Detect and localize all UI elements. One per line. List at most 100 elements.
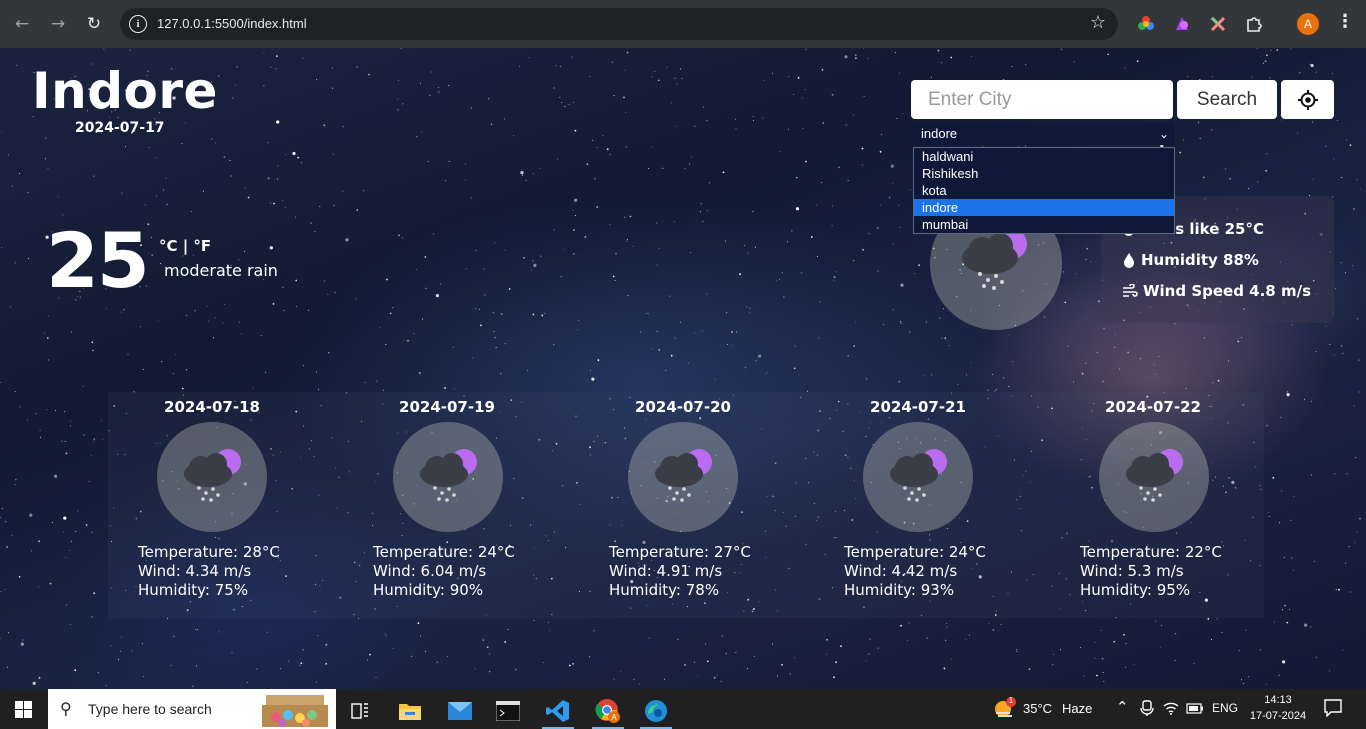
city-search-input[interactable] xyxy=(911,80,1173,119)
star xyxy=(1067,345,1069,347)
star xyxy=(444,387,446,389)
taskbar-weather-temp[interactable]: 35°C xyxy=(1023,701,1052,716)
star xyxy=(1096,352,1098,354)
star xyxy=(82,386,84,387)
star xyxy=(762,117,764,119)
star xyxy=(295,279,298,282)
city-option[interactable]: haldwani xyxy=(914,148,1174,165)
star xyxy=(448,84,450,86)
star xyxy=(937,49,940,52)
vscode-icon[interactable] xyxy=(538,693,578,729)
star xyxy=(1268,512,1270,513)
star xyxy=(356,66,358,68)
star xyxy=(173,635,175,637)
star xyxy=(831,225,833,226)
star xyxy=(252,387,254,389)
back-icon[interactable]: ← xyxy=(9,11,35,37)
star xyxy=(568,104,570,106)
star xyxy=(705,643,707,645)
extension-tools-icon[interactable] xyxy=(1207,13,1229,35)
bookmark-star-icon[interactable]: ☆ xyxy=(1090,12,1106,33)
extensions-puzzle-icon[interactable] xyxy=(1243,13,1265,35)
reload-icon[interactable]: ↻ xyxy=(81,11,107,37)
star xyxy=(879,204,881,206)
site-info-icon[interactable]: i xyxy=(129,15,147,33)
star xyxy=(624,69,626,71)
star xyxy=(593,630,595,632)
star xyxy=(1264,60,1267,63)
chevron-up-icon[interactable]: ⌃ xyxy=(1116,698,1129,716)
star xyxy=(539,167,541,169)
star xyxy=(1353,208,1355,210)
star xyxy=(19,406,21,408)
wifi-icon[interactable] xyxy=(1163,701,1179,718)
star xyxy=(909,331,911,333)
language-indicator[interactable]: ENG xyxy=(1212,701,1238,715)
forecast-wind: Wind: 5.3 m/s xyxy=(1080,562,1184,580)
terminal-icon[interactable] xyxy=(488,693,528,729)
star xyxy=(157,320,159,322)
taskbar-search[interactable]: ⚲ Type here to search xyxy=(48,689,336,729)
star xyxy=(709,182,711,184)
star xyxy=(633,678,635,680)
star xyxy=(342,126,344,128)
unit-toggle[interactable]: °C | °F xyxy=(159,237,211,255)
clock[interactable]: 14:13 17-07-2024 xyxy=(1247,692,1309,724)
star xyxy=(364,382,366,383)
star xyxy=(1125,666,1126,668)
star xyxy=(1174,660,1176,661)
star xyxy=(1237,340,1240,343)
star xyxy=(14,484,16,486)
address-bar[interactable]: i 127.0.0.1:5500/index.html ☆ xyxy=(120,8,1118,40)
battery-icon[interactable] xyxy=(1186,702,1204,717)
extension-color-icon[interactable] xyxy=(1135,13,1157,35)
star xyxy=(489,671,491,673)
crosshair-icon xyxy=(1297,89,1318,110)
star xyxy=(35,413,37,415)
search-button[interactable]: Search xyxy=(1177,80,1277,119)
star xyxy=(561,102,563,104)
star xyxy=(1225,168,1227,170)
star xyxy=(602,135,604,137)
star xyxy=(900,322,902,324)
star xyxy=(402,237,404,239)
extension-purple-icon[interactable] xyxy=(1171,13,1193,35)
current-location-button[interactable] xyxy=(1281,80,1334,119)
city-option[interactable]: Rishikesh xyxy=(914,165,1174,182)
browser-menu-icon[interactable]: ⋮ xyxy=(1336,11,1354,32)
weather-widget-icon[interactable]: 1 xyxy=(992,696,1018,724)
star xyxy=(852,114,854,116)
notifications-icon[interactable] xyxy=(1324,699,1342,720)
profile-avatar[interactable]: A xyxy=(1297,13,1319,35)
task-view-icon[interactable] xyxy=(340,693,380,729)
city-select[interactable]: indore ⌄ xyxy=(911,123,1175,145)
star xyxy=(1340,262,1342,264)
star xyxy=(1346,139,1348,141)
star xyxy=(572,102,574,103)
city-option[interactable]: kota xyxy=(914,182,1174,199)
mail-icon[interactable] xyxy=(440,693,480,729)
file-explorer-icon[interactable] xyxy=(390,693,430,729)
star xyxy=(1357,318,1359,320)
taskbar-weather-text[interactable]: Haze xyxy=(1062,701,1092,716)
star xyxy=(863,95,865,97)
star xyxy=(826,653,827,655)
star xyxy=(988,623,990,625)
address-url[interactable]: 127.0.0.1:5500/index.html xyxy=(157,16,307,31)
chrome-icon[interactable]: A xyxy=(588,693,628,729)
city-option-selected[interactable]: indore xyxy=(914,199,1174,216)
star xyxy=(532,313,535,316)
star xyxy=(795,176,798,179)
star xyxy=(366,659,368,661)
forward-icon[interactable]: → xyxy=(45,11,71,37)
meet-now-icon[interactable] xyxy=(1140,700,1154,719)
star xyxy=(890,164,894,168)
star xyxy=(453,388,455,390)
star xyxy=(656,264,658,266)
forecast-temperature: Temperature: 22°C xyxy=(1080,543,1222,561)
city-option[interactable]: mumbai xyxy=(914,216,1174,233)
star xyxy=(488,98,490,100)
star xyxy=(223,304,225,305)
edge-icon[interactable] xyxy=(636,693,676,729)
windows-start-icon[interactable] xyxy=(15,701,32,722)
